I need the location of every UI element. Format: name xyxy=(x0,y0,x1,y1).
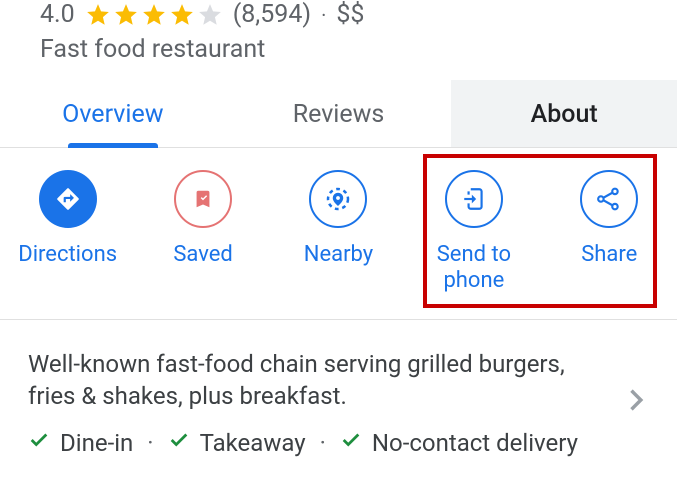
saved-button[interactable]: Saved xyxy=(143,170,263,295)
actions-section: Directions Saved Nearby Send to phone Sh xyxy=(0,148,677,320)
checkmark-icon xyxy=(28,429,50,457)
nearby-label: Nearby xyxy=(304,242,373,268)
directions-label: Directions xyxy=(18,242,117,268)
share-button[interactable]: Share xyxy=(549,170,669,295)
nearby-button[interactable]: Nearby xyxy=(278,170,398,295)
business-category: Fast food restaurant xyxy=(12,33,665,80)
send-to-phone-icon xyxy=(445,170,503,228)
star-empty-icon xyxy=(197,2,223,28)
description-section[interactable]: Well-known fast-food chain serving grill… xyxy=(0,320,677,485)
tab-about[interactable]: About xyxy=(451,80,677,147)
rating-row: 4.0 (8,594) · $$ xyxy=(12,0,665,33)
business-summary: Well-known fast-food chain serving grill… xyxy=(28,348,601,413)
price-level: $$ xyxy=(336,0,364,29)
star-icon xyxy=(169,2,195,28)
separator-dot: · xyxy=(321,3,326,27)
reviews-count[interactable]: (8,594) xyxy=(233,0,311,29)
chevron-right-icon xyxy=(621,386,649,418)
send-to-phone-button[interactable]: Send to phone xyxy=(414,170,534,295)
saved-label: Saved xyxy=(173,242,232,268)
star-icon xyxy=(141,2,167,28)
service-no-contact: No-contact delivery xyxy=(372,429,578,457)
rating-value: 4.0 xyxy=(40,0,75,29)
share-label: Share xyxy=(581,242,637,268)
separator-dot: · xyxy=(320,429,326,457)
tab-overview[interactable]: Overview xyxy=(0,80,226,147)
separator-dot: · xyxy=(147,429,153,457)
service-takeaway: Takeaway xyxy=(200,429,306,457)
directions-icon xyxy=(39,170,97,228)
service-dine-in: Dine-in xyxy=(60,429,133,457)
checkmark-icon xyxy=(168,429,190,457)
checkmark-icon xyxy=(340,429,362,457)
bookmark-icon xyxy=(174,170,232,228)
share-icon xyxy=(580,170,638,228)
star-rating xyxy=(85,2,223,28)
service-options: Dine-in · Takeaway · No-contact delivery xyxy=(28,429,601,457)
send-to-phone-label: Send to phone xyxy=(414,242,534,295)
tabs: Overview Reviews About xyxy=(0,80,677,148)
tab-reviews[interactable]: Reviews xyxy=(226,80,452,147)
star-icon xyxy=(85,2,111,28)
directions-button[interactable]: Directions xyxy=(8,170,128,295)
nearby-icon xyxy=(309,170,367,228)
star-icon xyxy=(113,2,139,28)
